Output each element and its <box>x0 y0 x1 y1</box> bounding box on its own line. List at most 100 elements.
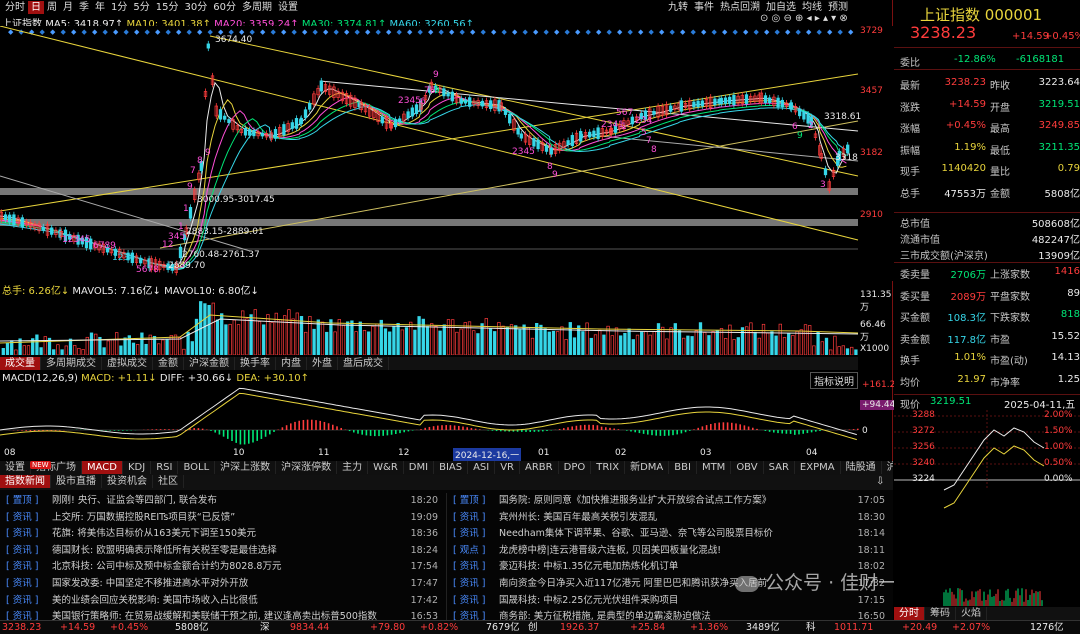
indicator-list-tab-11[interactable]: BIAS <box>434 461 469 474</box>
candle-body <box>519 133 523 139</box>
indicator-list-tab-7[interactable]: 沪深涨停数 <box>276 461 338 474</box>
tool-2[interactable]: 热点回溯 <box>717 1 763 14</box>
period-12[interactable]: 设置 <box>275 1 301 14</box>
intraday-chart[interactable] <box>894 410 1080 606</box>
candle-body <box>723 97 728 104</box>
indicator-list-tab-12[interactable]: ASI <box>468 461 496 474</box>
news-title[interactable]: 德国财长: 欧盟明确表示降低所有关税至零是最佳选择 <box>52 543 402 560</box>
period-10[interactable]: 60分 <box>210 1 239 14</box>
period-8[interactable]: 15分 <box>153 1 182 14</box>
volume-chart[interactable] <box>0 293 893 355</box>
news-download-icon[interactable]: ⇩ <box>876 476 884 487</box>
period-7[interactable]: 5分 <box>130 1 152 14</box>
quote-tab-2[interactable]: 火焰 <box>956 607 987 620</box>
event-diamond-icon: ◆ <box>638 28 644 36</box>
indicator-list-tab-21[interactable]: SAR <box>764 461 795 474</box>
news-item-right-2[interactable]: [ 资讯 ] Needham集体下调苹果、谷歌、亚马逊、奈飞等公司股票目标价 18:… <box>447 526 893 543</box>
indicator-list-tab-24[interactable]: 沪股通 <box>882 461 893 474</box>
volume-bar <box>820 341 824 355</box>
macd-chart[interactable] <box>0 385 893 445</box>
indicator-list-tab-8[interactable]: 主力 <box>337 461 369 474</box>
news-title[interactable]: 北京科技: 公司中标及预中标金额合计约为8028.8万元 <box>52 559 402 576</box>
period-4[interactable]: 季 <box>76 1 92 14</box>
candlestick-chart[interactable]: ◆ ◆ ◆ ◆ ◆ ◆ ◆ ◆ ◆ ◆ ◆ ◆ ◆ ◆ ◆ ◆ ◆ ◆ ◆ ◆ ◆ ◆ ◆ ◆ ◆ ◆ ◆ ◆ ◆ ◆ ◆ ◆ ◆ ◆ ◆ ◆ ◆ ◆ ◆ ◆… <box>0 26 893 281</box>
tool-0[interactable]: 九转 <box>665 1 691 14</box>
news-item-left-3[interactable]: [ 资讯 ] 德国财长: 欧盟明确表示降低所有关税至零是最佳选择 18:24 <box>0 543 446 560</box>
news-title[interactable]: 国家发改委: 中国坚定不移推进高水平对外开放 <box>52 576 402 593</box>
quote-tab-1[interactable]: 筹码 <box>925 607 956 620</box>
news-title[interactable]: 国晟科技: 中标2.25亿元光伏组件采购项目 <box>499 593 849 610</box>
news-item-left-2[interactable]: [ 资讯 ] 花旗: 将美伟达目标价从163美元下调至150美元 18:36 <box>0 526 446 543</box>
news-title[interactable]: 上交所: 万国数据控股REITs项目获“已反馈” <box>52 510 402 527</box>
period-0[interactable]: 分时 <box>2 1 28 14</box>
news-tab-1[interactable]: 股市直播 <box>51 475 102 488</box>
news-item-right-1[interactable]: [ 资讯 ] 宾州州长: 美国百年最高关税引发混乱 18:30 <box>447 510 893 527</box>
indicator-tab-1[interactable]: 多周期成交 <box>41 357 102 370</box>
indicator-list-tab-4[interactable]: RSI <box>151 461 179 474</box>
period-11[interactable]: 多周期 <box>239 1 275 14</box>
nine-turn-mark-2: 1234 <box>112 253 135 263</box>
quote-header: 上证指数 000001 <box>920 4 1042 25</box>
news-title[interactable]: 国务院: 原则同意《加快推进服务业扩大开放综合试点工作方案》 <box>499 493 849 510</box>
indicator-list-tab-14[interactable]: ARBR <box>520 461 559 474</box>
news-tab-0[interactable]: 指数新闻 <box>0 475 51 488</box>
tool-1[interactable]: 事件 <box>691 1 717 14</box>
indicator-list-tab-10[interactable]: DMI <box>404 461 435 474</box>
news-tab-3[interactable]: 社区 <box>153 475 184 488</box>
period-9[interactable]: 30分 <box>181 1 210 14</box>
indicator-list-tab-9[interactable]: W&R <box>368 461 404 474</box>
news-title[interactable]: 花旗: 将美伟达目标价从163美元下调至150美元 <box>52 526 402 543</box>
news-item-left-1[interactable]: [ 资讯 ] 上交所: 万国数据控股REITs项目获“已反馈” 19:09 <box>0 510 446 527</box>
indicator-tab-3[interactable]: 金额 <box>153 357 184 370</box>
indicator-list-tab-19[interactable]: MTM <box>697 461 732 474</box>
indicator-list-tab-17[interactable]: 新DMA <box>625 461 670 474</box>
news-item-right-0[interactable]: [ 置顶 ] 国务院: 原则同意《加快推进服务业扩大开放综合试点工作方案》 17:0… <box>447 493 893 510</box>
indicator-list-tab-6[interactable]: 沪深上涨数 <box>215 461 277 474</box>
indicator-list-tab-20[interactable]: OBV <box>731 461 764 474</box>
indicator-list-tab-0[interactable]: 设置 <box>0 461 31 474</box>
period-6[interactable]: 1分 <box>108 1 130 14</box>
indicator-tab-7[interactable]: 外盘 <box>307 357 338 370</box>
indicator-list-tab-5[interactable]: BOLL <box>178 461 216 474</box>
event-diamond-icon: ◆ <box>208 28 214 36</box>
news-item-left-6[interactable]: [ 资讯 ] 美的业绩会回应关税影响: 美国市场收入占比很低 17:42 <box>0 593 446 610</box>
indicator-list-tab-15[interactable]: DPO <box>559 461 592 474</box>
news-title[interactable]: Needham集体下调苹果、谷歌、亚马逊、奈飞等公司股票目标价 <box>499 526 849 543</box>
quote-tab-0[interactable]: 分时 <box>894 607 925 620</box>
news-item-right-3[interactable]: [ 观点 ] 龙虎榜中榜|连云港晋级六连板, 贝因美四板量化混战! 18:11 <box>447 543 893 560</box>
news-item-left-0[interactable]: [ 置顶 ] 刚刚! 央行、证监会等四部门, 联合发布 18:20 <box>0 493 446 510</box>
indicator-list-tab-18[interactable]: BBI <box>669 461 697 474</box>
volume-bar <box>354 331 358 355</box>
indicator-tab-4[interactable]: 沪深金额 <box>184 357 235 370</box>
indicator-tab-5[interactable]: 换手率 <box>235 357 276 370</box>
news-title[interactable]: 宾州州长: 美国百年最高关税引发混乱 <box>499 510 849 527</box>
indicator-tab-8[interactable]: 盘后成交 <box>338 357 389 370</box>
indicator-tab-6[interactable]: 内盘 <box>276 357 307 370</box>
volume-bar <box>774 335 778 355</box>
period-1[interactable]: 日 <box>28 1 44 14</box>
indicator-list-tab-3[interactable]: KDJ <box>123 461 152 474</box>
quote-label-b: 最低 <box>990 145 1010 157</box>
indicator-list-tab-13[interactable]: VR <box>495 461 521 474</box>
news-title[interactable]: 刚刚! 央行、证监会等四部门, 联合发布 <box>52 493 402 510</box>
news-item-left-4[interactable]: [ 资讯 ] 北京科技: 公司中标及预中标金额合计约为8028.8万元 17:54 <box>0 559 446 576</box>
news-title[interactable]: 龙虎榜中榜|连云港晋级六连板, 贝因美四板量化混战! <box>499 543 849 560</box>
indicator-tab-2[interactable]: 虚拟成交 <box>102 357 153 370</box>
news-item-right-6[interactable]: [ 资讯 ] 国晟科技: 中标2.25亿元光伏组件采购项目 17:15 <box>447 593 893 610</box>
volume-bar <box>392 326 396 355</box>
candle-body <box>566 140 570 146</box>
indicator-list-tab-23[interactable]: 陆股通 <box>841 461 882 474</box>
indicator-list-tab-16[interactable]: TRIX <box>591 461 626 474</box>
news-tab-2[interactable]: 投资机会 <box>102 475 153 488</box>
period-3[interactable]: 月 <box>60 1 76 14</box>
period-5[interactable]: 年 <box>92 1 108 14</box>
indicator-list-tab-22[interactable]: EXPMA <box>795 461 841 474</box>
news-item-left-5[interactable]: [ 资讯 ] 国家发改委: 中国坚定不移推进高水平对外开放 17:47 <box>0 576 446 593</box>
chart-controls[interactable]: ⊙ ◎ ⊖ ⊕ ◂ ▸ ▴ ▾ ⊗ <box>760 13 848 24</box>
event-diamond-icon: ◆ <box>61 28 67 36</box>
indicator-tab-0[interactable]: 成交量 <box>0 357 41 370</box>
indicator-list-tab-2[interactable]: MACD <box>82 461 123 474</box>
news-title[interactable]: 美的业绩会回应关税影响: 美国市场收入占比很低 <box>52 593 402 610</box>
macd-axis-top: +161.2 <box>862 380 896 390</box>
period-2[interactable]: 周 <box>44 1 60 14</box>
